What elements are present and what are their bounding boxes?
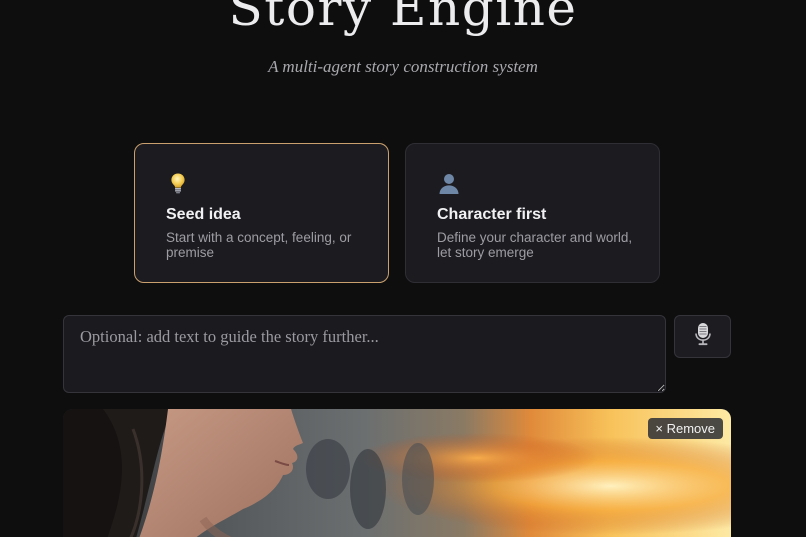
microphone-button[interactable] xyxy=(674,315,731,358)
lightbulb-icon xyxy=(166,171,190,195)
mode-card-title: Character first xyxy=(437,206,547,223)
story-guide-input[interactable] xyxy=(63,315,666,393)
mode-card-character-first[interactable]: Character first Define your character an… xyxy=(405,143,660,283)
mode-card-description: Start with a concept, feeling, or premis… xyxy=(166,230,352,260)
uploaded-image-preview: × Remove xyxy=(63,409,731,537)
microphone-icon xyxy=(694,322,712,351)
uploaded-image xyxy=(63,409,731,537)
mode-card-seed-idea[interactable]: Seed idea Start with a concept, feeling,… xyxy=(134,143,389,283)
page-subtitle: A multi-agent story construction system xyxy=(268,57,538,76)
mode-card-title: Seed idea xyxy=(166,206,241,223)
page-title: Story Engine xyxy=(228,0,578,37)
remove-image-button[interactable]: × Remove xyxy=(648,418,723,439)
mode-card-description: Define your character and world, let sto… xyxy=(437,230,633,260)
person-silhouette-icon xyxy=(437,171,461,195)
